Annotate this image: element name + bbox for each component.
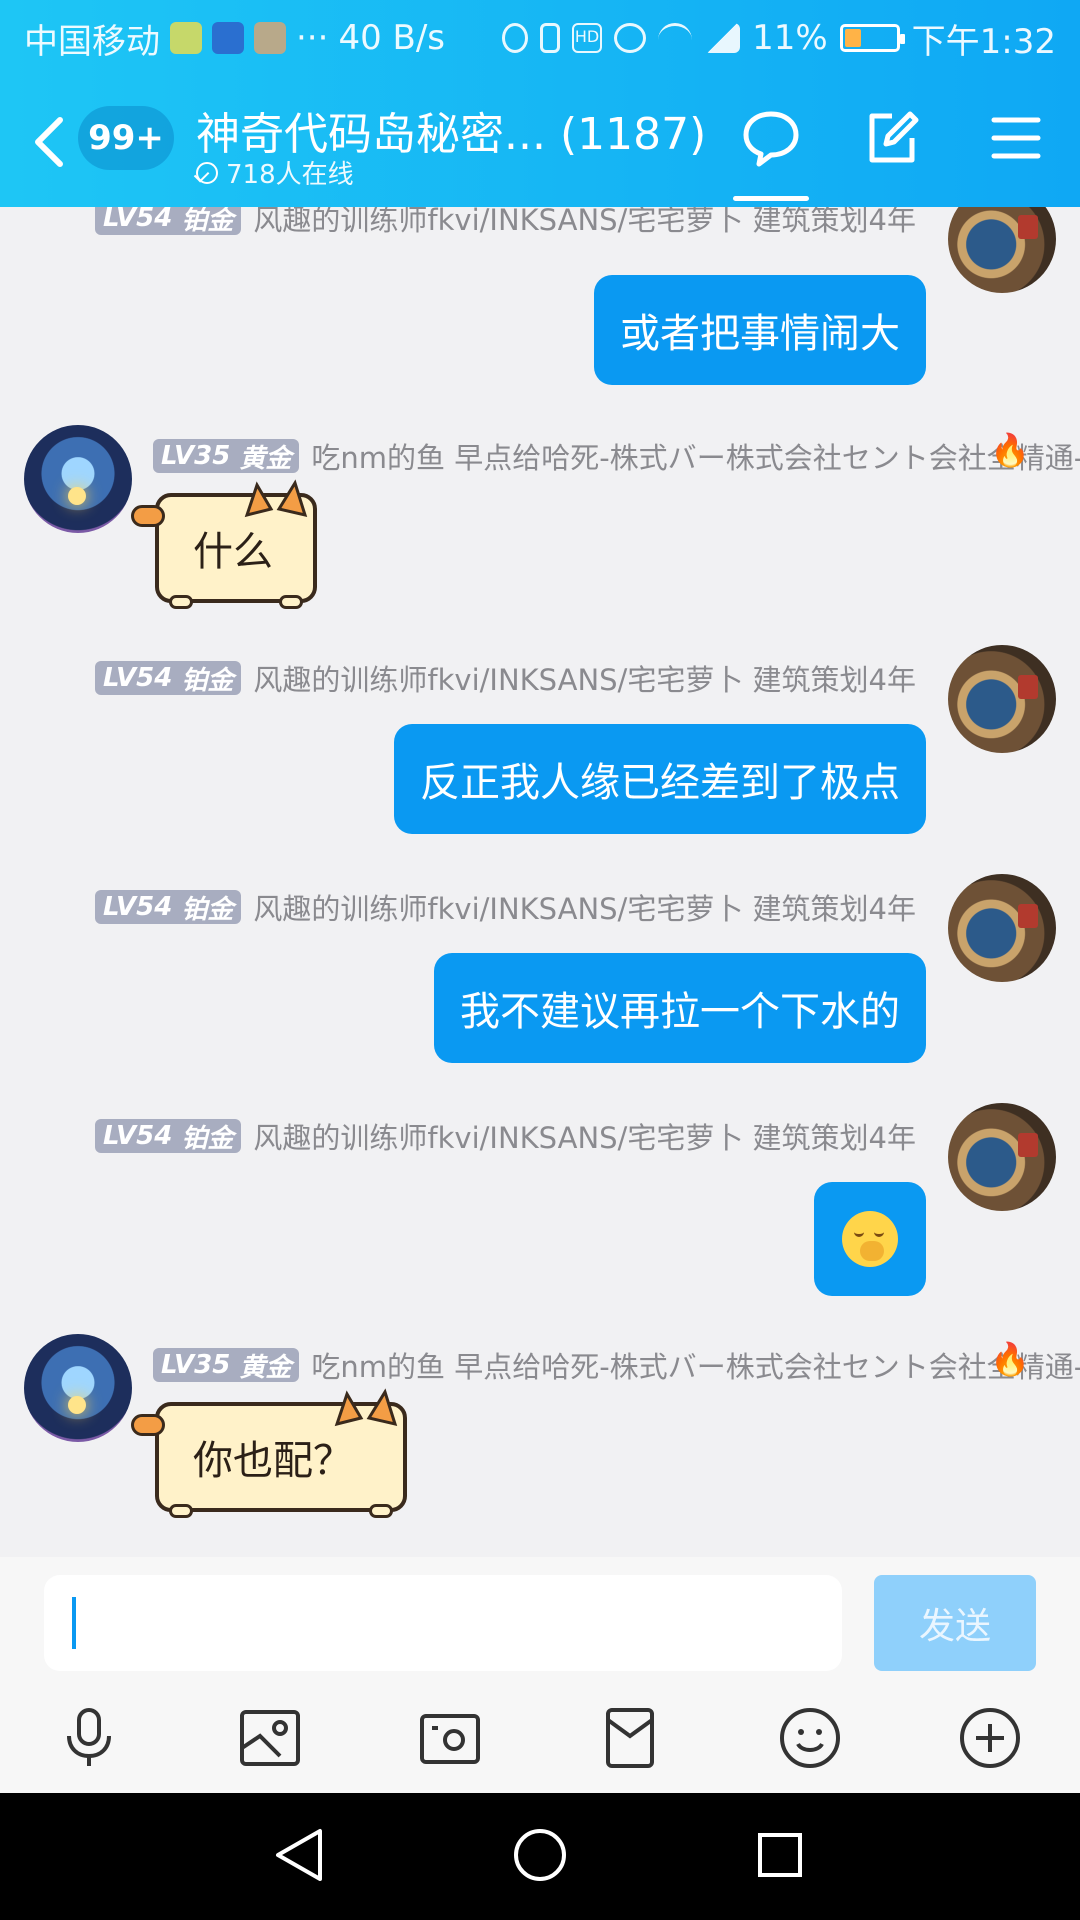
chat-bubble-icon[interactable] — [741, 108, 801, 168]
check-circle-icon — [196, 161, 218, 184]
title-bar: 99+ 神奇代码岛秘密... (1187) 718人在线 — [0, 76, 1080, 207]
cat-ears-icon — [244, 479, 308, 518]
message-bubble[interactable]: 你也配？ — [131, 1388, 407, 1518]
level-badge: LV35 黄金 — [153, 439, 300, 474]
sender-meta: LV54 铂金 风趣的训练师fkvi/INKSANS/宅宅萝卜 建筑策划4年 — [95, 207, 916, 239]
notification-app-icon — [254, 22, 286, 54]
message-item: LV54 铂金 风趣的训练师fkvi/INKSANS/宅宅萝卜 建筑策划4年 反… — [0, 645, 1080, 865]
message-bubble[interactable]: 什么 — [131, 479, 317, 609]
avatar[interactable] — [948, 874, 1056, 982]
notification-app-icon — [212, 22, 244, 54]
avatar[interactable] — [948, 1103, 1056, 1211]
sender-name: 风趣的训练师fkvi/INKSANS/宅宅萝卜 建筑策划4年 — [253, 207, 916, 237]
text-caret — [72, 1597, 76, 1649]
sender-name: 风趣的训练师fkvi/INKSANS/宅宅萝卜 建筑策划4年 — [253, 663, 916, 697]
level-badge: LV54 铂金 — [95, 890, 242, 925]
cat-paw-icon — [169, 1504, 193, 1518]
hd-icon: HD — [572, 23, 603, 53]
image-icon[interactable] — [236, 1704, 304, 1772]
sender-meta: LV35 黄金 吃nm的鱼 早点给哈死-株式バー株式会社セント会社全精通-199… — [153, 435, 1080, 477]
cat-tail-icon — [131, 505, 165, 527]
sender-meta: LV54 铂金 风趣的训练师fkvi/INKSANS/宅宅萝卜 建筑策划4年 — [95, 1115, 916, 1157]
cat-tail-icon — [131, 1414, 165, 1436]
composer: 发送 — [0, 1557, 1080, 1793]
sender-name: 吃nm的鱼 早点给哈死-株式バー株式会社セント会社全精通-1998年... — [311, 1350, 1080, 1384]
status-bar: 中国移动 ··· 40 B/s HD 11% 下午1:32 — [0, 0, 1080, 76]
message-input[interactable] — [44, 1575, 842, 1671]
system-nav-bar — [0, 1793, 1080, 1920]
avatar[interactable] — [24, 425, 132, 533]
camera-icon[interactable] — [416, 1704, 484, 1772]
signal-icon — [704, 23, 741, 53]
online-count: 718人在线 — [196, 154, 354, 191]
level-badge: LV54 铂金 — [95, 661, 242, 696]
wifi-icon — [658, 23, 693, 53]
eye-icon — [614, 23, 647, 53]
active-tab-indicator — [733, 196, 809, 201]
level-badge: LV54 铂金 — [95, 207, 242, 236]
sender-meta: LV35 黄金 吃nm的鱼 早点给哈死-株式バー株式会社セント会社全精通-199… — [153, 1344, 1080, 1386]
hand-over-mouth-emoji-icon — [842, 1211, 898, 1267]
message-bubble[interactable]: 或者把事情闹大 — [594, 275, 926, 385]
nav-home-icon[interactable] — [510, 1825, 570, 1885]
level-badge: LV54 铂金 — [95, 1119, 242, 1154]
app-header: 中国移动 ··· 40 B/s HD 11% 下午1:32 99+ 神奇代码岛秘… — [0, 0, 1080, 207]
message-item: LV54 铂金 风趣的训练师fkvi/INKSANS/宅宅萝卜 建筑策划4年 — [0, 1103, 1080, 1333]
cat-paw-icon — [369, 1504, 393, 1518]
send-button[interactable]: 发送 — [874, 1575, 1036, 1671]
battery-percent: 11% — [752, 18, 828, 58]
sender-name: 吃nm的鱼 早点给哈死-株式バー株式会社セント会社全精通-1998年... — [311, 441, 1080, 475]
avatar[interactable] — [948, 207, 1056, 293]
fire-icon: 🔥 — [990, 1340, 1030, 1378]
avatar[interactable] — [948, 645, 1056, 753]
notification-app-icon — [170, 22, 202, 54]
chevron-left-icon[interactable] — [30, 114, 70, 170]
microphone-icon[interactable] — [55, 1704, 123, 1772]
hamburger-menu-icon[interactable] — [986, 108, 1046, 168]
message-bubble[interactable]: 反正我人缘已经差到了极点 — [394, 724, 926, 834]
cat-paw-icon — [279, 595, 303, 609]
red-packet-icon[interactable] — [596, 1704, 664, 1772]
online-count-label: 718人在线 — [226, 160, 354, 190]
edit-icon[interactable] — [862, 108, 922, 168]
cat-paw-icon — [169, 595, 193, 609]
clock: 下午1:32 — [911, 21, 1056, 62]
data-saver-icon — [502, 23, 529, 53]
cat-ears-icon — [334, 1388, 398, 1427]
message-item: LV54 铂金 风趣的训练师fkvi/INKSANS/宅宅萝卜 建筑策划4年 我… — [0, 874, 1080, 1094]
group-title[interactable]: 神奇代码岛秘密... (1187) — [196, 98, 706, 162]
sender-meta: LV54 铂金 风趣的训练师fkvi/INKSANS/宅宅萝卜 建筑策划4年 — [95, 886, 916, 928]
message-item: LV35 黄金 吃nm的鱼 早点给哈死-株式バー株式会社セント会社全精通-199… — [0, 425, 1080, 625]
carrier-label: 中国移动 — [24, 21, 160, 62]
emoji-icon[interactable] — [776, 1704, 844, 1772]
message-item: LV35 黄金 吃nm的鱼 早点给哈死-株式バー株式会社セント会社全精通-199… — [0, 1334, 1080, 1534]
sender-name: 风趣的训练师fkvi/INKSANS/宅宅萝卜 建筑策划4年 — [253, 1121, 916, 1155]
plus-circle-icon[interactable] — [956, 1704, 1024, 1772]
sender-name: 风趣的训练师fkvi/INKSANS/宅宅萝卜 建筑策划4年 — [253, 892, 916, 926]
level-badge: LV35 黄金 — [153, 1348, 300, 1383]
battery-icon — [839, 24, 905, 52]
fire-icon: 🔥 — [990, 431, 1030, 469]
more-notifications-icon: ··· — [296, 18, 329, 58]
sender-meta: LV54 铂金 风趣的训练师fkvi/INKSANS/宅宅萝卜 建筑策划4年 — [95, 657, 916, 699]
net-speed: 40 B/s — [338, 18, 446, 58]
nav-recents-icon[interactable] — [750, 1825, 810, 1885]
avatar[interactable] — [24, 1334, 132, 1442]
message-list[interactable]: LV54 铂金 风趣的训练师fkvi/INKSANS/宅宅萝卜 建筑策划4年 或… — [0, 207, 1080, 1557]
unread-badge[interactable]: 99+ — [78, 106, 174, 170]
vibrate-icon — [540, 23, 561, 53]
message-bubble[interactable] — [814, 1182, 926, 1296]
message-bubble[interactable]: 我不建议再拉一个下水的 — [434, 953, 926, 1063]
nav-back-icon[interactable] — [270, 1825, 330, 1885]
